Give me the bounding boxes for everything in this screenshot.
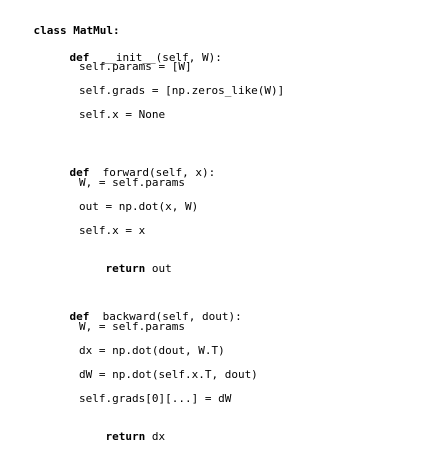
code-line: W, = self.params — [79, 320, 185, 333]
code-line: self.x = x — [79, 224, 146, 237]
code-line: dW = np.dot(self.x.T, dout) — [79, 368, 258, 381]
code-line: self.params = [W] — [79, 60, 192, 73]
return-keyword: return — [105, 430, 146, 443]
return-keyword: return — [105, 262, 146, 275]
code-document: class MatMul: def __init__(self, W): sel… — [0, 0, 429, 443]
return-value: out — [151, 262, 172, 275]
class-declaration: class MatMul: — [7, 10, 120, 37]
code-line: self.grads[0][...] = dW — [79, 392, 232, 405]
code-line: W, = self.params — [79, 176, 185, 189]
method-init-def: def __init__(self, W): — [43, 37, 222, 64]
method-backward-def: def backward(self, dout): — [43, 296, 242, 323]
code-line: self.grads = [np.zeros_like(W)] — [79, 84, 285, 97]
code-line: out = np.dot(x, W) — [79, 200, 199, 213]
return-value: dx — [151, 430, 166, 443]
return-line: return out — [79, 248, 172, 275]
return-line: return dx — [79, 416, 166, 443]
class-name: MatMul: — [73, 24, 120, 37]
class-keyword: class — [33, 24, 67, 37]
code-line: self.x = None — [79, 108, 166, 121]
code-line: dx = np.dot(dout, W.T) — [79, 344, 225, 357]
method-forward-def: def forward(self, x): — [43, 152, 216, 179]
